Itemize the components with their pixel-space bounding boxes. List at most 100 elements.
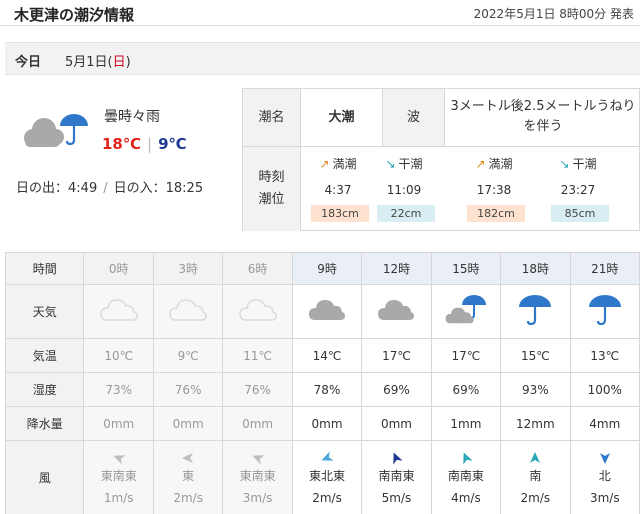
tide-time-label: 時刻 [258,170,285,185]
wind-cell: 北 3m/s [569,440,640,514]
weather-cell [83,284,154,339]
tide-level-badge: 22cm [377,205,435,222]
precipitation-row: 降水量 0mm 0mm 0mm 0mm 0mm 1mm 12mm 4mm [4,406,640,441]
tide-event: ↗ 満潮 4:37 183cm [305,147,371,231]
arrow-down-right-icon: ↘ [385,157,396,171]
temperature-cell: 11℃ [222,338,293,373]
cloud-icon [236,299,280,329]
wind-cell: 南南東 4m/s [430,440,502,514]
wind-speed: 2m/s [312,490,342,505]
weekday: 日 [112,55,126,70]
humidity-cell: 69% [430,372,502,407]
tide-event: ↘ 干潮 11:09 22cm [371,147,437,231]
today-label: 今日 [15,55,42,70]
cloud-umbrella-icon [20,108,92,152]
wind-direction-arrow-icon [501,451,569,465]
tide-name-label: 潮名 [243,89,301,146]
cloud-umbrella-icon [444,295,488,330]
cloud-icon [166,299,210,329]
arrow-down-right-icon: ↘ [559,157,570,171]
wind-direction: 東 [182,468,195,483]
hour-header: 0時 [83,252,154,285]
temperature-cell: 13℃ [569,338,640,373]
humidity-cell: 76% [152,372,224,407]
arrow-up-right-icon: ↗ [319,157,330,171]
tide-level-label: 潮位 [258,192,285,207]
wind-speed: 4m/s [451,490,481,505]
humidity-row: 湿度 73% 76% 76% 78% 69% 69% 93% 100% [4,372,640,407]
wind-row: 風東南東 1m/s 東 2m/s 東南東 3m/s 東北東 2m/s 南南東 5m/s 南南東 4m/… [4,440,640,514]
wind-speed: 1m/s [103,490,134,505]
precipitation-cell: 0mm [361,406,432,441]
wind-speed: 2m/s [520,490,551,505]
wind-cell: 東南東 1m/s [83,440,154,514]
hour-header: 12時 [361,252,432,285]
date-prefix: 5月1日( [65,55,113,70]
humidity-cell: 76% [222,372,293,407]
tide-kind-label: 満潮 [488,157,513,171]
wind-direction: 東北東 [309,468,346,483]
sunset-label: 日の入： [113,181,166,196]
issued-datetime: 2022年5月1日 8時00分 発表 [473,7,634,21]
precipitation-row-label: 降水量 [4,406,85,441]
weather-condition: 曇時々雨 [104,109,160,125]
wind-cell: 東北東 2m/s [291,440,363,514]
tide-time: 23:27 [560,183,596,197]
humidity-cell: 69% [361,372,432,407]
hour-header: 21時 [569,252,640,285]
wind-direction: 南南東 [447,468,484,483]
weather-cell [361,284,432,339]
wind-speed: 3m/s [589,490,620,505]
wind-speed: 5m/s [381,490,412,505]
wind-direction-arrow-icon [223,451,291,465]
umbrella-icon [583,295,627,330]
tide-kind-label: 干潮 [398,157,423,171]
temp-min: 9℃ [158,135,187,153]
tide-row-1: 潮名 大潮 波 3メートル後2.5メートルうねりを伴う [243,89,640,147]
wind-direction-arrow-icon [362,451,430,465]
sun-separator: / [103,181,108,196]
tide-kind: ↗ 満潮 [305,155,371,172]
wind-speed: 3m/s [242,490,273,505]
hour-header: 9時 [291,252,363,285]
humidity-row-label: 湿度 [4,372,85,407]
weather-cell [430,284,502,339]
tide-level-badge: 182cm [467,205,525,222]
weather-cell [152,284,224,339]
weather-cell [222,284,293,339]
wind-direction: 南 [529,468,542,483]
weather-row-label: 天気 [4,284,85,339]
tide-kind: ↘ 干潮 [545,155,611,172]
tide-event: ↘ 干潮 23:27 85cm [545,147,611,231]
sunrise-time: 4:49 [68,181,98,196]
tide-time-level-label: 時刻 潮位 [243,147,301,231]
precipitation-cell: 0mm [152,406,224,441]
hour-header: 18時 [500,252,571,285]
wind-direction-arrow-icon [432,451,500,465]
weather-cell [569,284,640,339]
sun-times: 日の出：4:49 / 日の入：18:25 [16,177,203,196]
umbrella-icon [513,295,557,330]
precipitation-cell: 0mm [222,406,293,441]
sunset-time: 18:25 [165,181,204,196]
tide-name-value: 大潮 [301,89,383,146]
wind-speed: 2m/s [173,490,203,505]
temperature-row-label: 気温 [4,338,85,373]
arrow-up-right-icon: ↗ [475,157,486,171]
tide-kind-label: 満潮 [332,157,357,171]
tide-time: 17:38 [476,183,512,197]
day-band: 今日 5月1日(日) [5,42,640,75]
weather-cell [291,284,363,339]
temperature-row: 気温 10℃ 9℃ 11℃ 14℃ 17℃ 17℃ 15℃ 13℃ [4,338,640,373]
cloud-icon [374,300,418,329]
cloud-icon [305,300,349,329]
weather-cell [500,284,571,339]
tide-time: 4:37 [324,183,352,197]
tide-time: 11:09 [386,183,422,197]
tide-level-badge: 85cm [551,205,609,222]
wind-cell: 東南東 3m/s [222,440,293,514]
temperature-range: 18℃ | 9℃ [102,135,187,153]
hour-header: 6時 [222,252,293,285]
wind-direction: 北 [598,468,611,483]
wind-row-label: 風 [4,440,85,514]
